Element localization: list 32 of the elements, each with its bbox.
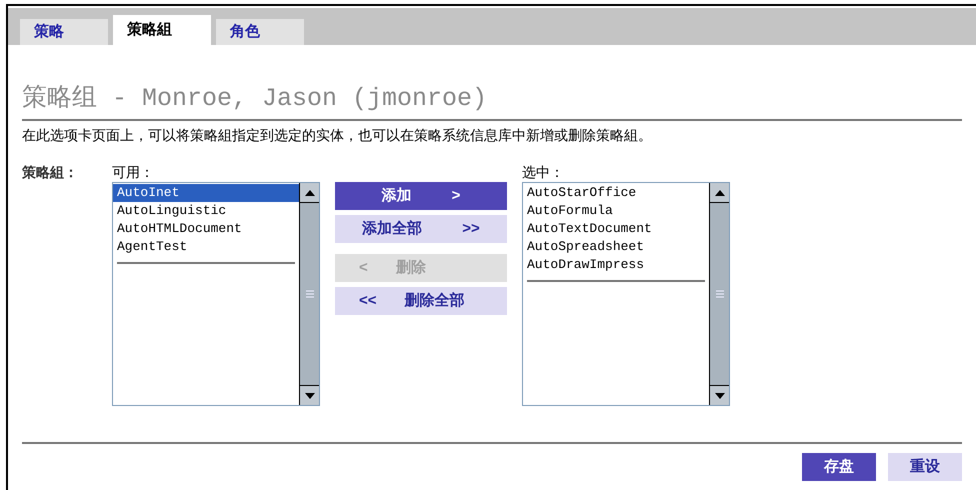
grip-icon (304, 289, 314, 299)
move-button[interactable]: 添加 > (335, 182, 507, 210)
list-option[interactable]: AutoLinguistic (113, 202, 299, 220)
description: 在此选项卡页面上，可以将策略組指定到选定的实体，也可以在策略系统信息库中新增或删除策略組。 (22, 126, 653, 145)
page-title: 策略组 - Monroe, Jason (jmonroe) (22, 83, 488, 115)
list-option[interactable]: AutoSpreadsheet (523, 238, 709, 256)
footer-button[interactable]: 重设 (888, 453, 962, 481)
move-button[interactable]: 添加全部 >> (335, 215, 507, 243)
list-box[interactable]: AutoInet AutoLinguistic AutoHTMLDocument AgentTest (112, 182, 320, 406)
list-option[interactable]: AutoDrawImpress (523, 256, 709, 274)
list-box[interactable]: AutoStarOffice AutoFormula AutoTextDocument AutoSpreadsheet AutoDrawImpress (522, 182, 730, 406)
list-option[interactable]: AutoInet (113, 184, 299, 202)
move-button[interactable]: << 删除全部 (335, 287, 507, 315)
scrollbar[interactable] (709, 183, 729, 405)
scroll-up-icon[interactable] (300, 183, 319, 203)
list-label: 可用： (112, 163, 155, 182)
footer-button[interactable]: 存盘 (802, 453, 876, 481)
tab[interactable]: 策略組 (113, 15, 211, 45)
list-option[interactable]: AutoTextDocument (523, 220, 709, 238)
list-option[interactable]: AgentTest (113, 238, 299, 256)
tab[interactable]: 角色 (216, 19, 304, 45)
list-option[interactable]: AutoHTMLDocument (113, 220, 299, 238)
list-option[interactable]: AutoStarOffice (523, 184, 709, 202)
grip-icon (714, 289, 724, 299)
scrollbar[interactable] (299, 183, 319, 405)
scroll-down-icon[interactable] (300, 385, 319, 405)
tab[interactable]: 策略 (20, 19, 108, 45)
field-label: 策略組： (22, 163, 79, 182)
list-option[interactable]: AutoFormula (523, 202, 709, 220)
scroll-up-icon[interactable] (710, 183, 729, 203)
scroll-down-icon[interactable] (710, 385, 729, 405)
list-label: 选中： (522, 163, 565, 182)
